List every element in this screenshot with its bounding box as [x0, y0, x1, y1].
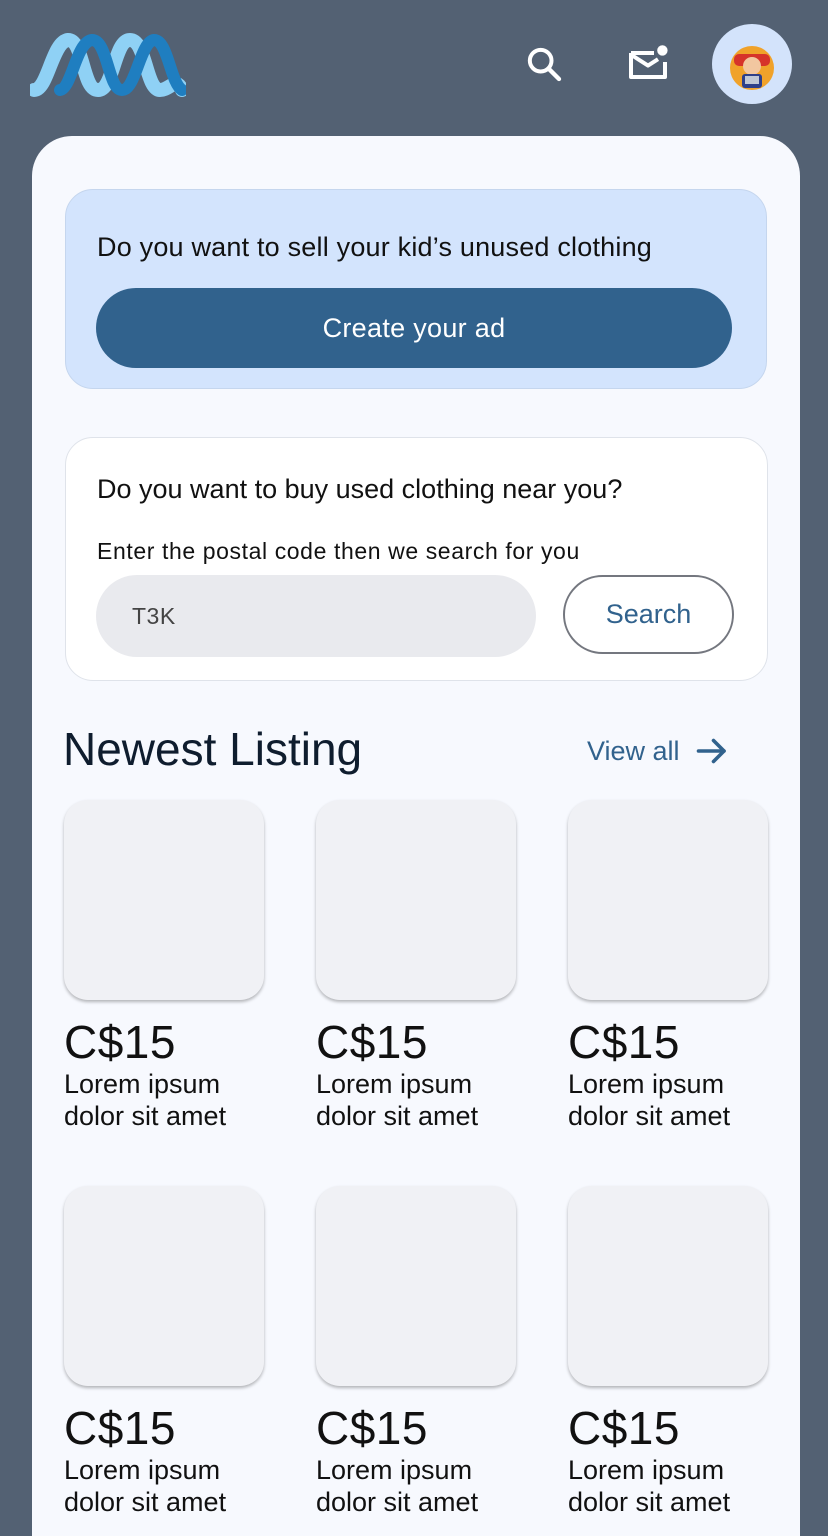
buy-title: Do you want to buy used clothing near yo…	[97, 474, 623, 504]
create-ad-button[interactable]: Create your ad	[96, 288, 732, 368]
profile-avatar[interactable]	[712, 24, 792, 104]
search-icon	[527, 47, 562, 82]
listing-title-line1: Lorem ipsum	[568, 1069, 725, 1099]
listing-card[interactable]: C$15 Lorem ipsum dolor sit amet	[568, 1186, 768, 1518]
listing-card[interactable]: C$15 Lorem ipsum dolor sit amet	[316, 800, 516, 1132]
listing-title-line1: Lorem ipsum	[316, 1455, 473, 1485]
listing-title-line2: dolor sit amet	[568, 1101, 731, 1131]
postal-code-hint: Enter the postal code then we search for…	[97, 538, 580, 564]
listing-image[interactable]	[316, 1186, 516, 1386]
buy-card: Do you want to buy used clothing near yo…	[65, 437, 768, 681]
listing-price: C$15	[568, 1016, 680, 1068]
listing-title-line2: dolor sit amet	[64, 1487, 227, 1517]
listing-title-line2: dolor sit amet	[64, 1101, 227, 1131]
listing-title-line1: Lorem ipsum	[316, 1069, 473, 1099]
listing-image[interactable]	[568, 800, 768, 1000]
top-app-bar	[0, 0, 828, 136]
brand-logo[interactable]	[30, 30, 186, 98]
arrow-right-icon	[696, 738, 726, 764]
listing-price: C$15	[316, 1402, 428, 1454]
listing-image[interactable]	[568, 1186, 768, 1386]
listing-image[interactable]	[64, 1186, 264, 1386]
view-all-link[interactable]: View all	[587, 730, 730, 772]
listing-title-line2: dolor sit amet	[568, 1487, 731, 1517]
avatar-image	[730, 46, 774, 90]
messages-button[interactable]	[624, 40, 672, 88]
listing-title-line1: Lorem ipsum	[64, 1455, 221, 1485]
listing-image[interactable]	[316, 800, 516, 1000]
listing-image[interactable]	[64, 800, 264, 1000]
listing-card[interactable]: C$15 Lorem ipsum dolor sit amet	[64, 800, 264, 1132]
mail-unread-icon	[629, 45, 668, 79]
listing-card[interactable]: C$15 Lorem ipsum dolor sit amet	[568, 800, 768, 1132]
listing-title-line2: dolor sit amet	[316, 1487, 479, 1517]
listing-title-line2: dolor sit amet	[316, 1101, 479, 1131]
postal-code-input[interactable]	[96, 575, 536, 657]
search-button[interactable]	[520, 40, 568, 88]
search-postal-button[interactable]: Search	[563, 575, 734, 654]
listing-title-line1: Lorem ipsum	[568, 1455, 725, 1485]
section-title: Newest Listing	[63, 723, 363, 775]
listing-price: C$15	[316, 1016, 428, 1068]
listing-price: C$15	[568, 1402, 680, 1454]
listing-card[interactable]: C$15 Lorem ipsum dolor sit amet	[64, 1186, 264, 1518]
listing-title-line1: Lorem ipsum	[64, 1069, 221, 1099]
listing-price: C$15	[64, 1402, 176, 1454]
sell-card: Do you want to sell your kid’s unused cl…	[65, 189, 767, 389]
listing-card[interactable]: C$15 Lorem ipsum dolor sit amet	[316, 1186, 516, 1518]
view-all-label: View all	[587, 735, 680, 766]
listing-price: C$15	[64, 1016, 176, 1068]
sell-title: Do you want to sell your kid’s unused cl…	[97, 232, 653, 262]
content-sheet: Do you want to sell your kid’s unused cl…	[32, 136, 800, 1536]
